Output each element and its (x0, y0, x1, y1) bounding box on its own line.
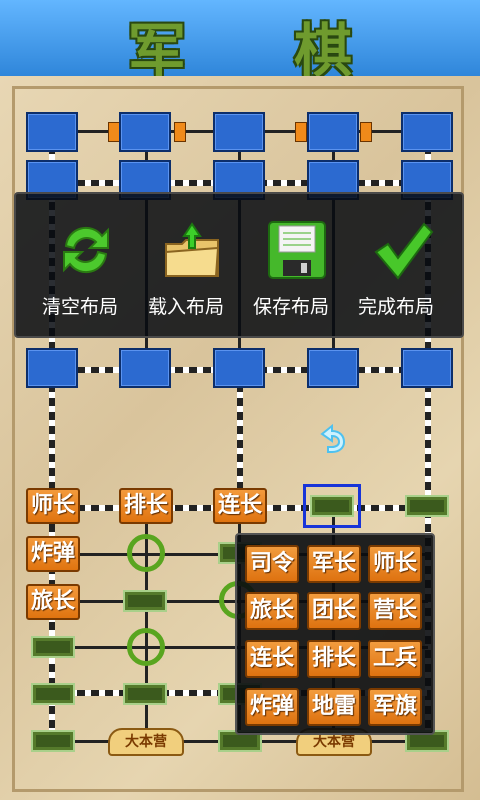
floppy-disk-icon (268, 221, 326, 279)
headquarters-left[interactable]: 大本营 (108, 728, 184, 756)
picker-piece[interactable]: 工兵 (368, 640, 422, 678)
board-piece[interactable]: 炸弹 (26, 536, 80, 572)
board-station[interactable] (405, 495, 449, 517)
board-piece[interactable]: 旅长 (26, 584, 80, 620)
finish-layout-label: 完成布局 (357, 296, 434, 318)
folder-upload-icon (165, 222, 220, 277)
hq-marker (360, 122, 372, 142)
picker-piece[interactable]: 地雷 (307, 688, 361, 726)
board-piece[interactable]: 连长 (213, 488, 267, 524)
board-station[interactable] (31, 683, 75, 705)
picker-piece[interactable]: 炸弹 (245, 688, 299, 726)
finish-layout-button[interactable]: 完成布局 (346, 214, 446, 332)
save-layout-button[interactable]: 保存布局 (241, 214, 341, 332)
enemy-piece (213, 112, 265, 152)
picker-piece[interactable]: 旅长 (245, 592, 299, 630)
enemy-piece (307, 112, 359, 152)
enemy-piece (401, 112, 453, 152)
enemy-piece (26, 112, 78, 152)
board-station[interactable] (31, 730, 75, 752)
checkmark-icon (374, 222, 434, 280)
hq-marker (174, 122, 186, 142)
load-layout-button[interactable]: 载入布局 (136, 214, 236, 332)
enemy-piece (119, 348, 171, 388)
board-station[interactable] (31, 636, 75, 658)
hq-marker (295, 122, 307, 142)
enemy-piece (26, 348, 78, 388)
picker-piece[interactable]: 师长 (368, 545, 422, 583)
board-station[interactable] (123, 683, 167, 705)
enemy-piece (119, 112, 171, 152)
undo-icon[interactable] (312, 418, 352, 458)
camp-circle[interactable] (127, 534, 165, 572)
board-piece[interactable]: 师长 (26, 488, 80, 524)
selected-cell-highlight[interactable] (303, 484, 361, 528)
picker-piece[interactable]: 司令 (245, 545, 299, 583)
layout-menu: 清空布局 载入布局 保存布局 完成布局 (14, 192, 464, 338)
camp-circle[interactable] (127, 628, 165, 666)
refresh-icon (63, 226, 109, 274)
title-bar: 军 棋 (0, 0, 480, 85)
piece-picker: 司令 军长 师长 旅长 团长 营长 连长 排长 工兵 炸弹 地雷 军旗 (235, 533, 435, 735)
clear-layout-button[interactable]: 清空布局 (30, 214, 130, 332)
enemy-piece (401, 348, 453, 388)
picker-piece[interactable]: 团长 (307, 592, 361, 630)
picker-piece[interactable]: 排长 (307, 640, 361, 678)
board-piece[interactable]: 排长 (119, 488, 173, 524)
picker-piece[interactable]: 连长 (245, 640, 299, 678)
load-layout-label: 载入布局 (147, 296, 224, 318)
enemy-piece (307, 348, 359, 388)
save-layout-label: 保存布局 (252, 296, 329, 318)
picker-piece[interactable]: 营长 (368, 592, 422, 630)
enemy-piece (213, 348, 265, 388)
picker-piece[interactable]: 军旗 (368, 688, 422, 726)
clear-layout-label: 清空布局 (41, 296, 118, 318)
board-station[interactable] (123, 590, 167, 612)
picker-piece[interactable]: 军长 (307, 545, 361, 583)
